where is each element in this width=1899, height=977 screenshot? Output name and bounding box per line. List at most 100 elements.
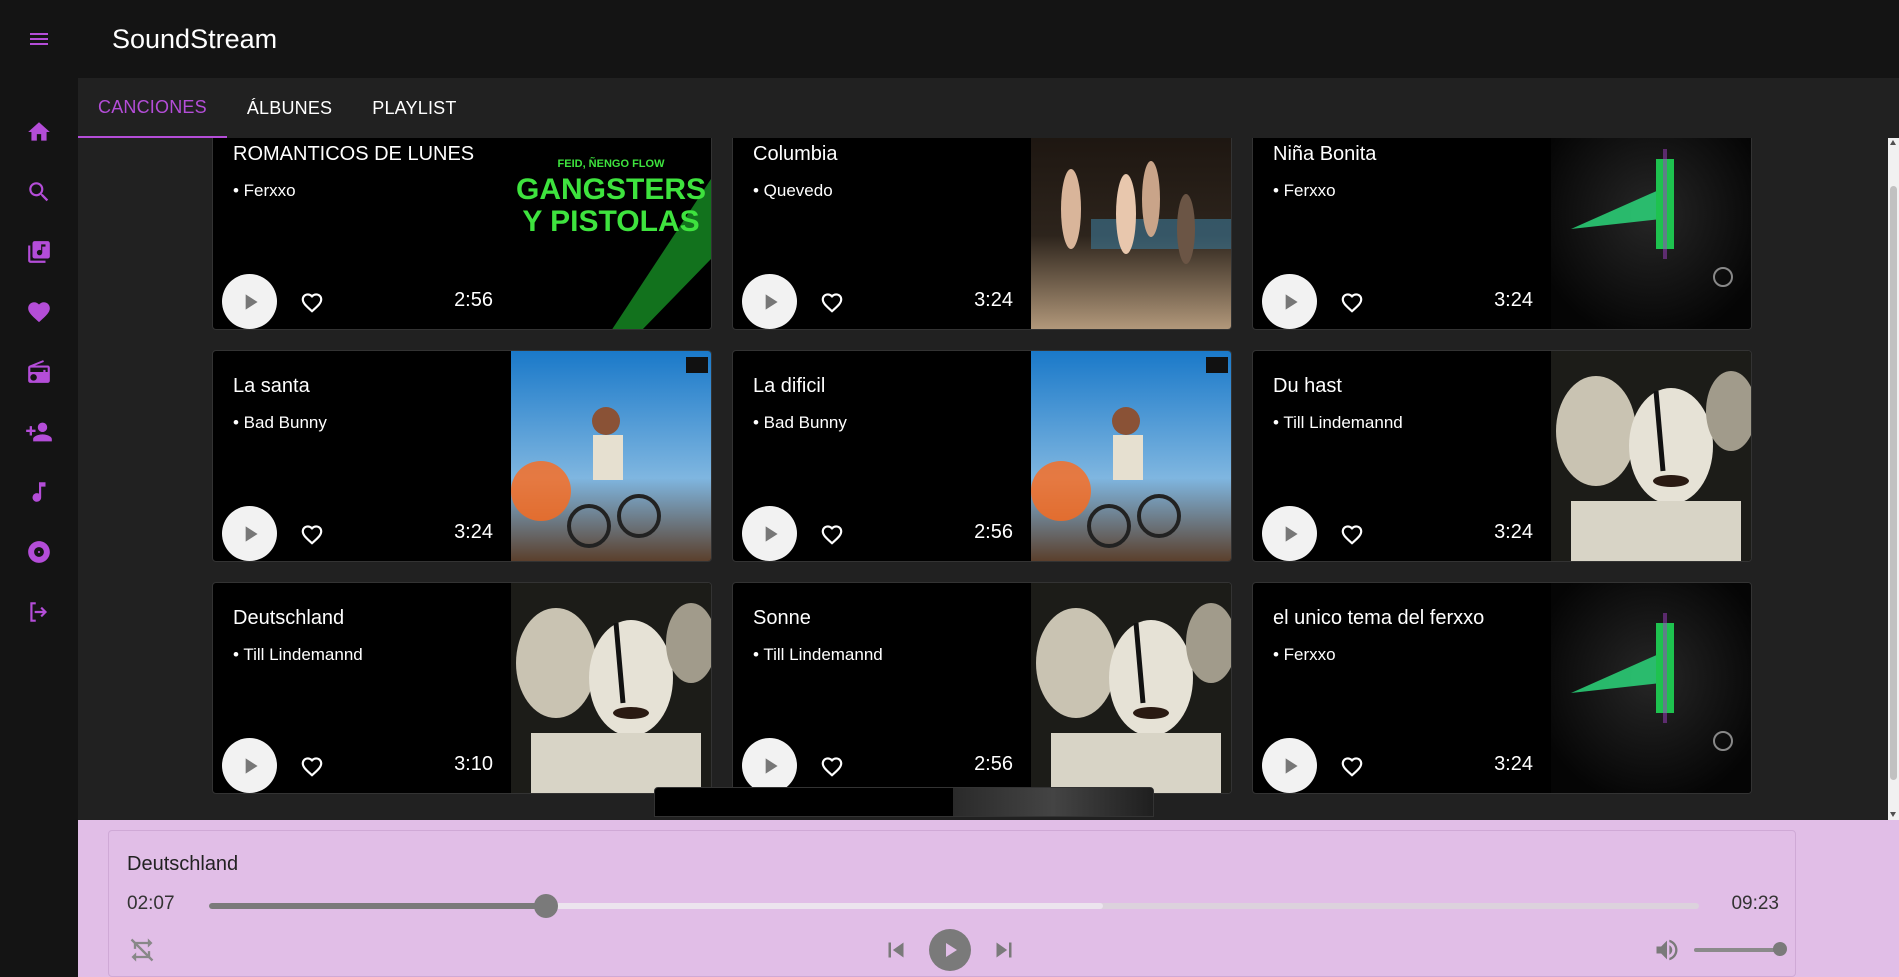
tab-albunes[interactable]: ÁLBUNES bbox=[227, 78, 352, 138]
favorite-button[interactable] bbox=[1338, 752, 1366, 780]
song-artist: • Ferxxo bbox=[233, 181, 296, 200]
volume-thumb[interactable] bbox=[1773, 942, 1787, 956]
play-button[interactable] bbox=[742, 274, 797, 329]
volume-slider[interactable] bbox=[1694, 942, 1787, 956]
play-icon bbox=[946, 943, 957, 957]
album-cover: FEID, ÑENGO FLOW GANGSTERS Y PISTOLAS bbox=[511, 138, 711, 329]
progress-thumb[interactable] bbox=[533, 894, 558, 918]
song-duration: 2:56 bbox=[974, 753, 1013, 775]
favorite-button[interactable] bbox=[298, 520, 326, 548]
song-card[interactable]: el unico tema del ferxxo • Ferxxo 3:24 bbox=[1252, 582, 1752, 794]
sidebar-item-library[interactable] bbox=[0, 222, 78, 282]
repeat-button[interactable] bbox=[127, 935, 157, 965]
sidebar-item-albums[interactable] bbox=[0, 522, 78, 582]
heart-outline-icon bbox=[821, 525, 843, 545]
play-button[interactable] bbox=[1262, 274, 1317, 329]
song-title: Columbia bbox=[753, 143, 838, 165]
menu-icon bbox=[30, 33, 48, 45]
song-title: Du hast bbox=[1273, 375, 1342, 397]
song-card[interactable]: ROMANTICOS DE LUNES • Ferxxo 2:56 FEID, … bbox=[212, 138, 712, 330]
song-duration: 3:24 bbox=[1494, 289, 1533, 311]
tab-canciones[interactable]: CANCIONES bbox=[78, 78, 227, 138]
song-card[interactable]: Columbia • Quevedo 3:24 bbox=[732, 138, 1232, 330]
song-artist: • Till Lindemannd bbox=[1273, 413, 1403, 432]
sidebar-item-favorites[interactable] bbox=[0, 282, 78, 342]
play-icon bbox=[245, 525, 258, 542]
scroll-thumb[interactable] bbox=[1890, 186, 1897, 780]
progress-slider[interactable] bbox=[209, 894, 1699, 918]
sidebar-item-search[interactable] bbox=[0, 162, 78, 222]
progress-fill bbox=[209, 903, 546, 909]
album-icon bbox=[28, 541, 50, 563]
now-playing-title: Deutschland bbox=[127, 853, 239, 875]
sidebar-item-radio[interactable] bbox=[0, 342, 78, 402]
heart-outline-icon bbox=[821, 293, 843, 313]
volume-up-icon bbox=[1656, 939, 1678, 961]
play-button[interactable] bbox=[742, 738, 797, 793]
play-button[interactable] bbox=[1262, 738, 1317, 793]
scroll-down-arrow[interactable] bbox=[1890, 812, 1896, 817]
song-title: Deutschland bbox=[233, 607, 345, 629]
sidebar-item-add-artist[interactable] bbox=[0, 402, 78, 462]
content-scrollbar[interactable] bbox=[1888, 138, 1899, 820]
play-icon bbox=[1285, 293, 1298, 310]
tab-playlist[interactable]: PLAYLIST bbox=[352, 78, 476, 138]
next-button[interactable] bbox=[989, 935, 1019, 965]
song-title: ROMANTICOS DE LUNES bbox=[233, 143, 475, 165]
app-title: SoundStream bbox=[112, 23, 278, 54]
play-button[interactable] bbox=[1262, 506, 1317, 561]
favorite-button[interactable] bbox=[818, 752, 846, 780]
sidebar-item-songs[interactable] bbox=[0, 462, 78, 522]
song-card[interactable]: La dificil • Bad Bunny 2:56 bbox=[732, 350, 1232, 562]
song-grid: ROMANTICOS DE LUNES • Ferxxo 2:56 FEID, … bbox=[212, 138, 1752, 794]
cover-text-line-1: GANGSTERS bbox=[516, 173, 706, 206]
skip-next-icon bbox=[996, 942, 1012, 958]
previous-button[interactable] bbox=[881, 935, 911, 965]
heart-outline-icon bbox=[1341, 293, 1363, 313]
album-cover bbox=[511, 351, 711, 561]
favorite-button[interactable] bbox=[1338, 288, 1366, 316]
home-icon bbox=[28, 122, 50, 141]
play-icon bbox=[245, 757, 258, 774]
song-card[interactable]: Niña Bonita • Ferxxo 3:24 bbox=[1252, 138, 1752, 330]
song-card-partial bbox=[654, 787, 1154, 817]
song-title: Niña Bonita bbox=[1273, 143, 1377, 165]
song-card[interactable]: La santa • Bad Bunny 3:24 bbox=[212, 350, 712, 562]
song-duration: 3:10 bbox=[454, 753, 493, 775]
cover-text-artist: FEID, ÑENGO FLOW bbox=[558, 157, 666, 170]
radio-icon bbox=[28, 360, 50, 383]
favorite-button[interactable] bbox=[818, 520, 846, 548]
play-button[interactable] bbox=[222, 506, 277, 561]
album-cover bbox=[1031, 138, 1231, 329]
main-content: CANCIONES ÁLBUNES PLAYLIST ROMANTICOS DE… bbox=[78, 78, 1899, 820]
song-card[interactable]: Deutschland • Till Lindemannd 3:10 bbox=[212, 582, 712, 794]
songs-scroll-area[interactable]: ROMANTICOS DE LUNES • Ferxxo 2:56 FEID, … bbox=[78, 138, 1888, 820]
menu-button[interactable] bbox=[0, 0, 78, 78]
volume-button[interactable] bbox=[1652, 935, 1682, 965]
player-card: Deutschland 02:07 09:23 bbox=[108, 830, 1796, 977]
play-button[interactable] bbox=[742, 506, 797, 561]
song-duration: 3:24 bbox=[974, 289, 1013, 311]
heart-icon bbox=[28, 302, 50, 323]
album-cover bbox=[1031, 351, 1231, 561]
album-cover bbox=[511, 583, 711, 793]
album-cover bbox=[1551, 351, 1751, 561]
player-play-button[interactable] bbox=[929, 929, 971, 971]
song-card[interactable]: Sonne • Till Lindemannd 2:56 bbox=[732, 582, 1232, 794]
favorite-button[interactable] bbox=[1338, 520, 1366, 548]
favorite-button[interactable] bbox=[298, 752, 326, 780]
person-add-icon bbox=[26, 422, 52, 442]
song-duration: 2:56 bbox=[974, 521, 1013, 543]
sidebar-item-home[interactable] bbox=[0, 102, 78, 162]
music-note-icon bbox=[32, 482, 46, 502]
play-button[interactable] bbox=[222, 738, 277, 793]
song-title: el unico tema del ferxxo bbox=[1273, 607, 1485, 629]
song-card[interactable]: Du hast • Till Lindemannd 3:24 bbox=[1252, 350, 1752, 562]
favorite-button[interactable] bbox=[298, 288, 326, 316]
sidebar-item-logout[interactable] bbox=[0, 582, 78, 642]
scroll-up-arrow[interactable] bbox=[1890, 140, 1896, 145]
current-time: 02:07 bbox=[127, 893, 175, 914]
play-icon bbox=[765, 757, 778, 774]
play-button[interactable] bbox=[222, 274, 277, 329]
favorite-button[interactable] bbox=[818, 288, 846, 316]
